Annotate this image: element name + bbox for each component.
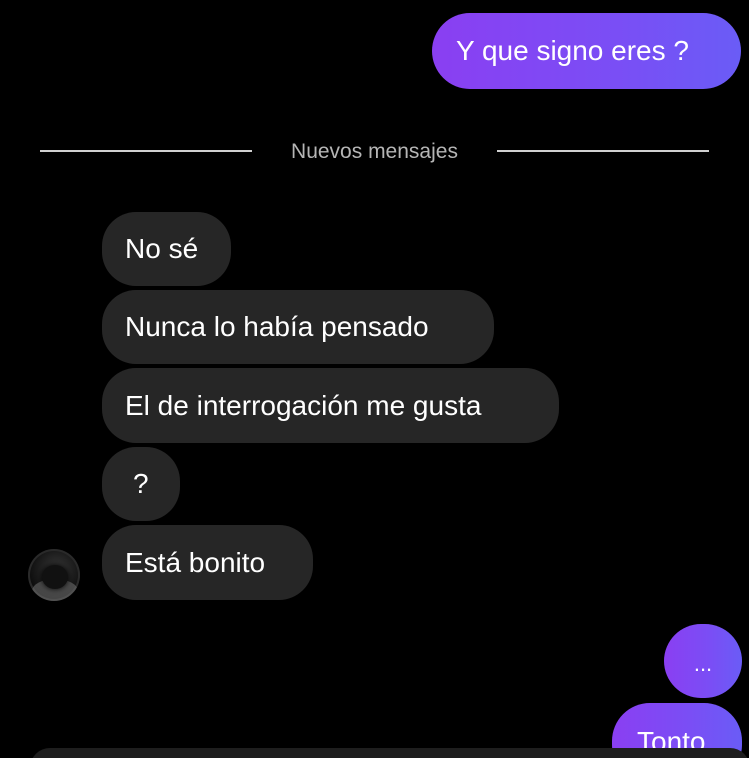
received-message[interactable]: El de interrogación me gusta — [102, 368, 559, 443]
message-composer[interactable] — [30, 748, 749, 758]
message-text: ... — [693, 651, 713, 676]
divider-label: Nuevos mensajes — [291, 140, 458, 163]
received-message[interactable]: Está bonito — [102, 525, 313, 600]
message-text: El de interrogación me gusta — [125, 389, 482, 421]
received-message[interactable]: No sé — [102, 212, 231, 286]
sent-message[interactable]: Y que signo eres ? — [432, 13, 741, 89]
divider-line-right — [497, 150, 709, 152]
message-text: No sé — [125, 233, 199, 264]
message-text: Está bonito — [125, 546, 266, 578]
contact-avatar[interactable] — [28, 549, 80, 601]
chat-screen: Y que signo eres ? Nuevos mensajes No sé… — [0, 0, 749, 758]
avatar-face — [42, 565, 68, 589]
new-messages-divider: Nuevos mensajes — [0, 136, 749, 166]
message-text: Y que signo eres ? — [456, 35, 689, 66]
received-message[interactable]: ? — [102, 447, 180, 521]
sent-message[interactable]: ... — [664, 624, 742, 698]
message-text: Nunca lo había pensado — [125, 311, 429, 342]
received-message[interactable]: Nunca lo había pensado — [102, 290, 494, 364]
message-text: ? — [133, 468, 149, 499]
